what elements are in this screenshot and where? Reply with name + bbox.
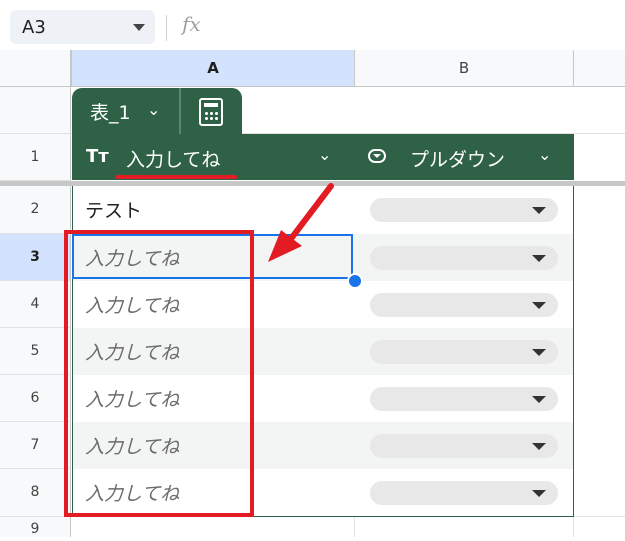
annotation-arrow — [268, 183, 334, 262]
